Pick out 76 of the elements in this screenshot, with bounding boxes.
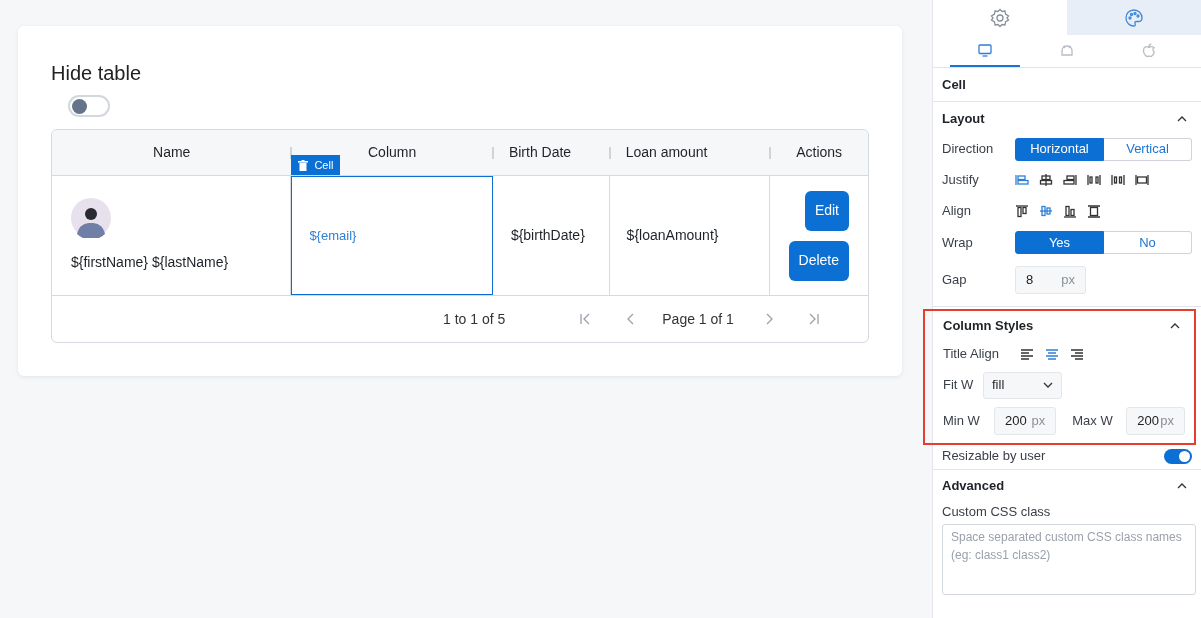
field-label: Min W — [943, 412, 981, 431]
segment-button[interactable]: Horizontal — [1015, 137, 1104, 161]
element-title: Cell — [942, 75, 966, 94]
palette-icon — [1124, 7, 1144, 28]
option-button[interactable] — [1070, 347, 1084, 361]
trash-icon — [298, 159, 309, 171]
section-title: Column Styles — [943, 317, 1034, 336]
align-center-icon — [1039, 173, 1053, 187]
option-button[interactable] — [1087, 173, 1101, 187]
cell-badge[interactable]: Cell — [291, 155, 341, 175]
table-cell-text: ${loanAmount} — [626, 226, 719, 245]
toggle-switch[interactable] — [1164, 448, 1192, 464]
field-label: Custom CSS class — [942, 503, 1052, 521]
field-label: Gap — [942, 271, 968, 290]
gear-icon — [990, 7, 1010, 28]
column-header[interactable]: Birth Date — [508, 142, 572, 163]
number-field[interactable]: 8 px — [1015, 266, 1086, 294]
field-label: Align — [942, 202, 972, 221]
option-button[interactable] — [1063, 204, 1077, 218]
field-label: Justify — [942, 171, 980, 190]
field-label: Resizable by user — [942, 447, 1046, 466]
number-field[interactable]: 200 px — [994, 407, 1057, 435]
toggle-switch[interactable] — [68, 95, 110, 117]
option-button[interactable] — [1015, 204, 1029, 218]
avatar-icon — [71, 198, 111, 238]
justify-end-icon — [1063, 173, 1077, 187]
field-label: Max W — [1072, 412, 1114, 431]
table-cell-text: ${birthDate} — [510, 226, 585, 245]
segment-button[interactable]: No — [1104, 231, 1192, 254]
next-page-icon — [765, 313, 774, 325]
column-header[interactable]: Name — [153, 142, 191, 163]
option-button[interactable] — [1111, 173, 1125, 187]
space-between-icon — [1087, 173, 1101, 187]
last-page-icon — [807, 313, 820, 325]
align-top-icon — [1015, 204, 1029, 218]
section-title: Layout — [942, 110, 985, 129]
justify-start-icon — [1015, 173, 1029, 187]
row-range-text: 1 to 1 of 5 — [443, 309, 506, 329]
align-bottom-icon — [1063, 204, 1077, 218]
card-title: Hide table — [51, 61, 143, 86]
section-title: Advanced — [942, 477, 1005, 496]
delete-button[interactable]: Delete — [788, 240, 849, 281]
option-button[interactable] — [1063, 173, 1077, 187]
column-header[interactable]: Actions — [796, 142, 843, 163]
column-header[interactable]: Loan amount — [625, 142, 708, 163]
space-around-icon — [1111, 173, 1125, 187]
css-class-field[interactable]: Space separated custom CSS class names (eg: class1 class2) — [942, 524, 1196, 595]
text-center-icon — [1045, 347, 1059, 361]
option-button[interactable] — [1020, 347, 1034, 361]
field-label: Direction — [942, 140, 995, 159]
name-text: ${firstName} ${lastName} — [71, 253, 230, 272]
text-left-icon — [1020, 347, 1034, 361]
field-label: Wrap — [942, 233, 974, 252]
first-page-icon — [579, 313, 592, 325]
field-label: Title Align — [943, 345, 1000, 364]
text-right-icon — [1070, 347, 1084, 361]
option-button[interactable] — [1087, 204, 1101, 218]
monitor-icon — [978, 43, 992, 57]
option-button[interactable] — [1135, 173, 1149, 187]
number-field[interactable]: 200px — [1126, 407, 1185, 435]
option-button[interactable] — [1039, 173, 1053, 187]
align-center-icon — [1039, 204, 1053, 218]
email-text: ${email} — [309, 226, 357, 245]
previous-page-icon — [626, 313, 635, 325]
chevron-down-icon — [1043, 382, 1053, 388]
edit-button[interactable]: Edit — [804, 190, 849, 231]
segment-button[interactable]: Yes — [1015, 231, 1104, 254]
page-indicator: Page 1 of 1 — [662, 309, 734, 329]
column-header[interactable]: Column — [368, 142, 417, 163]
stretch-icon — [1087, 204, 1101, 218]
apple-icon — [1142, 42, 1156, 58]
field-label: Fit W — [943, 376, 975, 395]
stretch-icon — [1135, 173, 1149, 187]
fit-width-dropdown[interactable]: fill — [983, 371, 1062, 399]
selection-frame[interactable] — [291, 176, 493, 295]
segment-button[interactable]: Vertical — [1104, 137, 1192, 161]
